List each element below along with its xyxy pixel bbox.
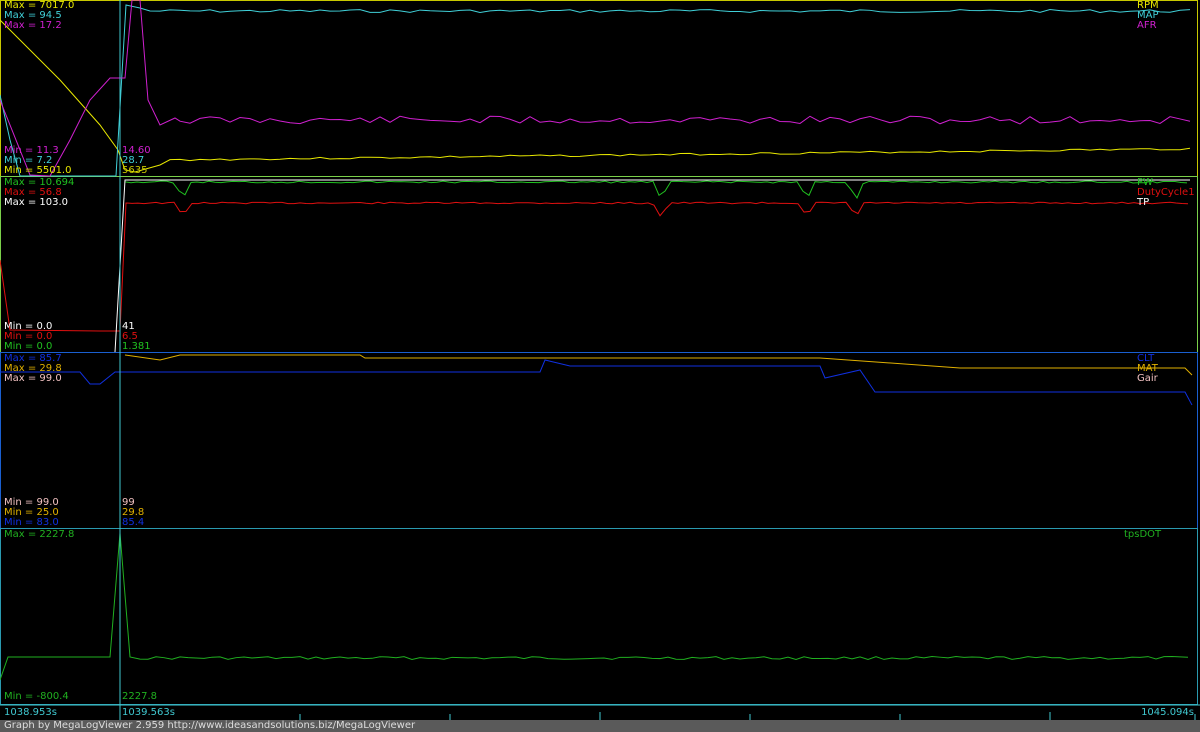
time-start: 1038.953s <box>4 707 57 718</box>
rpm-min: Min = 5501.0 <box>4 165 72 176</box>
gair-max: Max = 99.0 <box>4 373 62 384</box>
footer-credit: Graph by MegaLogViewer 2.959 http://www.… <box>0 720 1200 732</box>
tpsdot-max: Max = 2227.8 <box>4 529 75 540</box>
tpsdot-trace <box>0 532 1189 681</box>
tp-trace <box>114 179 1190 353</box>
legend-tp[interactable]: TP <box>1137 198 1149 208</box>
tpsdot-min: Min = -800.4 <box>4 691 69 702</box>
legend-afr[interactable]: AFR <box>1137 21 1157 31</box>
duty-trace <box>0 201 1189 332</box>
time-cursor: 1039.563s <box>122 707 175 718</box>
legend-tpsdot[interactable]: tpsDOT <box>1124 530 1161 540</box>
tpsdot-cursor-value: 2227.8 <box>122 691 157 702</box>
tp-max: Max = 103.0 <box>4 197 69 208</box>
afr-max: Max = 17.2 <box>4 20 62 31</box>
clt-trace <box>0 359 1193 406</box>
time-axis[interactable]: 1038.953s 1039.563s 1045.094s <box>0 705 1200 720</box>
pw-trace <box>124 180 1188 199</box>
clt-min: Min = 83.0 <box>4 517 59 528</box>
pw-min: Min = 0.0 <box>4 341 53 352</box>
time-end: 1045.094s <box>1141 707 1194 718</box>
rpm-trace <box>0 19 1191 173</box>
rpm-cursor-value: 5635 <box>122 165 148 176</box>
pw-cursor-value: 1.381 <box>122 341 151 352</box>
legend-gair[interactable]: Gair <box>1137 374 1158 384</box>
afr-trace <box>0 0 1191 177</box>
trace-layer <box>0 0 1200 720</box>
clt-cursor-value: 85.4 <box>122 517 145 528</box>
